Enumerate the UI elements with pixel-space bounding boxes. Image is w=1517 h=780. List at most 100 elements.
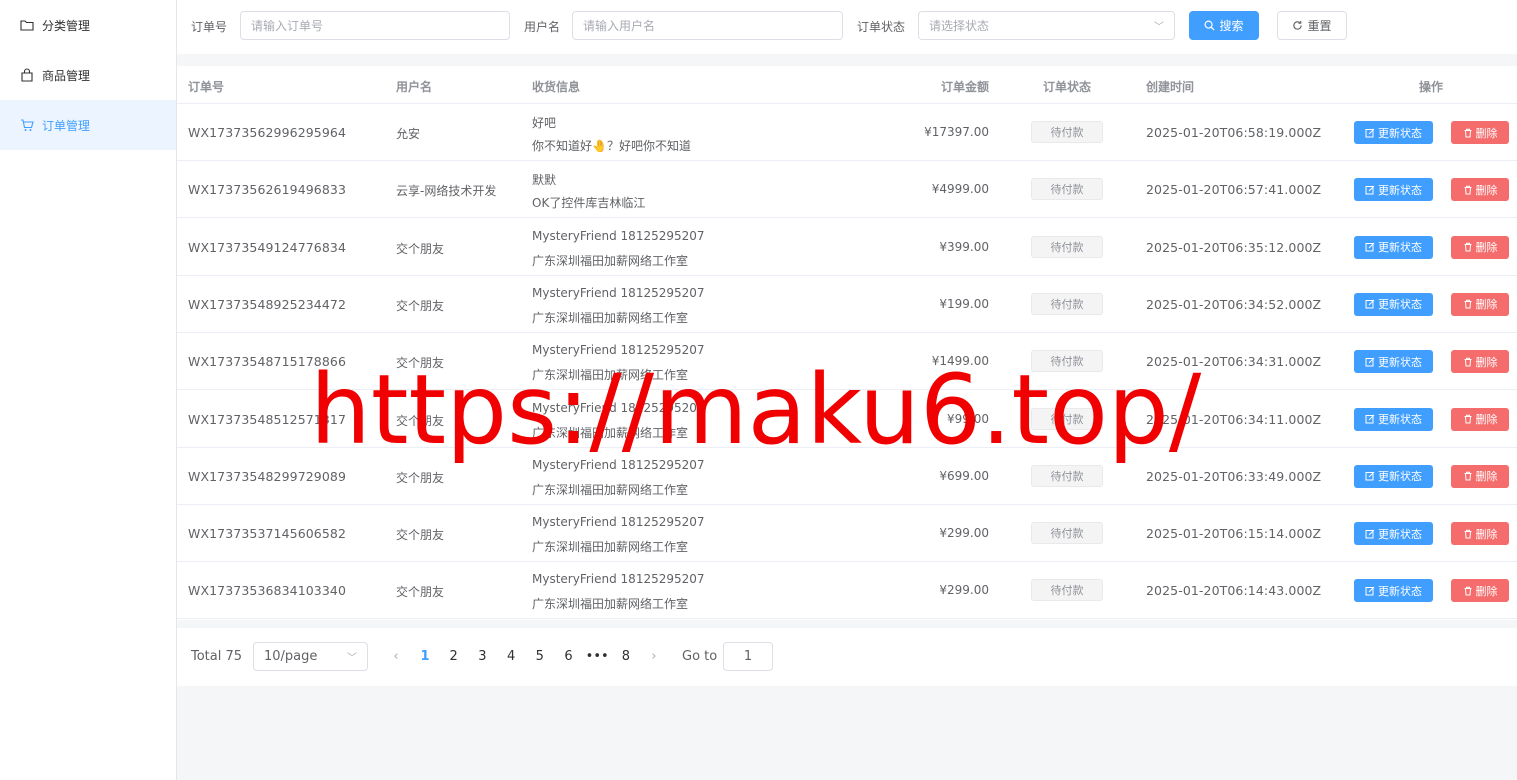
username-cell: 交个朋友 [396, 528, 445, 543]
page-number[interactable]: 8 [614, 642, 638, 671]
username-cell: 交个朋友 [396, 585, 445, 600]
order-no-cell: WX17373549124776834 [188, 239, 347, 255]
delete-label: 删除 [1475, 527, 1498, 541]
created-time-cell: 2025-01-20T06:58:19.000Z [1146, 125, 1322, 140]
update-status-button[interactable]: 更新状态 [1354, 522, 1433, 546]
search-button[interactable]: 搜索 [1189, 11, 1259, 40]
shipping-address-cell: 广东深圳福田加薪网络工作室 [532, 253, 689, 268]
table-row: WX17373537145606582 交个朋友 MysteryFriend 181… [177, 505, 1517, 563]
status-badge: 待付款 [1031, 350, 1103, 373]
update-status-button[interactable]: 更新状态 [1354, 350, 1433, 374]
delete-button[interactable]: 删除 [1451, 292, 1509, 316]
order-no-input[interactable] [240, 11, 510, 40]
update-status-button[interactable]: 更新状态 [1354, 464, 1433, 488]
username-input[interactable] [572, 11, 843, 40]
edit-icon [1365, 357, 1375, 367]
sidebar-item-products[interactable]: 商品管理 [0, 50, 176, 100]
page-number[interactable]: 2 [442, 642, 466, 671]
page-number[interactable]: 4 [499, 642, 523, 671]
delete-button[interactable]: 删除 [1451, 407, 1509, 431]
update-status-button[interactable]: 更新状态 [1354, 407, 1433, 431]
amount-cell: ¥1499.00 [931, 354, 989, 369]
delete-button[interactable]: 删除 [1451, 178, 1509, 202]
update-status-button[interactable]: 更新状态 [1354, 579, 1433, 603]
col-order-no: 订单号 [188, 80, 225, 94]
delete-button[interactable]: 删除 [1451, 579, 1509, 603]
goto-page-input[interactable] [723, 642, 773, 671]
created-time-cell: 2025-01-20T06:35:12.000Z [1146, 239, 1322, 255]
table-row: WX17373548512571317 交个朋友 MysteryFriend 181… [177, 391, 1517, 448]
delete-label: 删除 [1475, 584, 1498, 598]
status-select-placeholder: 请选择状态 [929, 19, 990, 33]
prev-page-button[interactable]: ‹ [384, 642, 408, 671]
update-status-label: 更新状态 [1378, 126, 1422, 140]
pagination-total: Total 75 [191, 649, 243, 664]
order-no-cell: WX17373562996295964 [188, 125, 347, 140]
pagination: Total 75 10/page ﹀ ‹ 1 2 3 4 5 6 ••• 8 › Go to [177, 628, 1517, 686]
page-ellipsis[interactable]: ••• [585, 642, 609, 671]
trash-icon [1464, 185, 1471, 195]
page-size-select[interactable]: 10/page ﹀ [253, 642, 368, 671]
shipping-address-cell: 你不知道好🤚？好吧你不知道 [532, 139, 691, 153]
trash-icon [1464, 128, 1471, 137]
page-number[interactable]: 5 [528, 642, 552, 671]
created-time-cell: 2025-01-20T06:33:49.000Z [1146, 468, 1322, 484]
delete-button[interactable]: 删除 [1451, 121, 1509, 144]
edit-icon [1365, 242, 1375, 252]
delete-button[interactable]: 删除 [1451, 350, 1509, 374]
delete-label: 删除 [1475, 470, 1498, 484]
goto-label: Go to [682, 649, 718, 664]
created-time-cell: 2025-01-20T06:57:41.000Z [1146, 182, 1322, 198]
table-row: WX17373536834103340 交个朋友 MysteryFriend 181… [177, 562, 1517, 620]
created-time-cell: 2025-01-20T06:15:14.000Z [1146, 526, 1322, 542]
col-created: 创建时间 [1146, 80, 1195, 94]
shopping-cart-icon [20, 118, 34, 132]
chevron-down-icon: ﹀ [1154, 22, 1164, 33]
status-select[interactable]: 请选择状态 ﹀ [918, 11, 1175, 40]
search-icon [1204, 20, 1215, 31]
shipping-name-cell: MysteryFriend 18125295207 [532, 572, 705, 587]
page-number[interactable]: 3 [470, 642, 494, 671]
shipping-address-cell: 广东深圳福田加薪网络工作室 [532, 540, 689, 555]
order-no-cell: WX17373548299729089 [188, 468, 347, 484]
page-number[interactable]: 1 [413, 642, 437, 671]
order-no-cell: WX17373548512571317 [188, 411, 347, 427]
shipping-address-cell: 广东深圳福田加薪网络工作室 [532, 368, 689, 383]
edit-icon [1365, 128, 1375, 137]
amount-cell: ¥399.00 [939, 239, 989, 254]
next-page-button[interactable]: › [642, 642, 666, 671]
edit-icon [1365, 529, 1375, 539]
update-status-button[interactable]: 更新状态 [1354, 235, 1433, 259]
sidebar-item-orders[interactable]: 订单管理 [0, 100, 176, 150]
trash-icon [1464, 414, 1471, 424]
delete-button[interactable]: 删除 [1451, 464, 1509, 488]
update-status-button[interactable]: 更新状态 [1354, 121, 1433, 144]
shipping-name-cell: MysteryFriend 18125295207 [532, 285, 705, 300]
shipping-address-cell: 广东深圳福田加薪网络工作室 [532, 425, 689, 440]
page-number[interactable]: 6 [557, 642, 581, 671]
shopping-bag-icon [20, 68, 34, 82]
delete-button[interactable]: 删除 [1451, 522, 1509, 546]
status-badge: 待付款 [1031, 407, 1103, 430]
shipping-address-cell: 广东深圳福田加薪网络工作室 [532, 310, 689, 325]
reset-button[interactable]: 重置 [1277, 11, 1347, 40]
sidebar-item-category[interactable]: 分类管理 [0, 0, 176, 50]
chevron-left-icon: ‹ [393, 649, 399, 664]
shipping-name-cell: 好吧 [532, 116, 557, 130]
update-status-label: 更新状态 [1378, 241, 1422, 255]
amount-cell: ¥299.00 [939, 526, 989, 541]
update-status-button[interactable]: 更新状态 [1354, 178, 1433, 202]
amount-cell: ¥299.00 [939, 583, 989, 598]
table-row: WX17373548925234472 交个朋友 MysteryFriend 181… [177, 276, 1517, 333]
order-no-cell: WX17373536834103340 [188, 583, 347, 599]
delete-button[interactable]: 删除 [1451, 235, 1509, 259]
chevron-down-icon: ﹀ [347, 653, 357, 664]
amount-cell: ¥99.00 [947, 411, 989, 426]
created-time-cell: 2025-01-20T06:34:52.000Z [1146, 296, 1322, 312]
amount-cell: ¥199.00 [939, 296, 989, 311]
username-cell: 允安 [396, 127, 421, 141]
order-no-label: 订单号 [191, 20, 228, 34]
shipping-name-cell: MysteryFriend 18125295207 [532, 343, 705, 358]
col-actions: 操作 [1419, 80, 1444, 94]
update-status-button[interactable]: 更新状态 [1354, 292, 1433, 316]
